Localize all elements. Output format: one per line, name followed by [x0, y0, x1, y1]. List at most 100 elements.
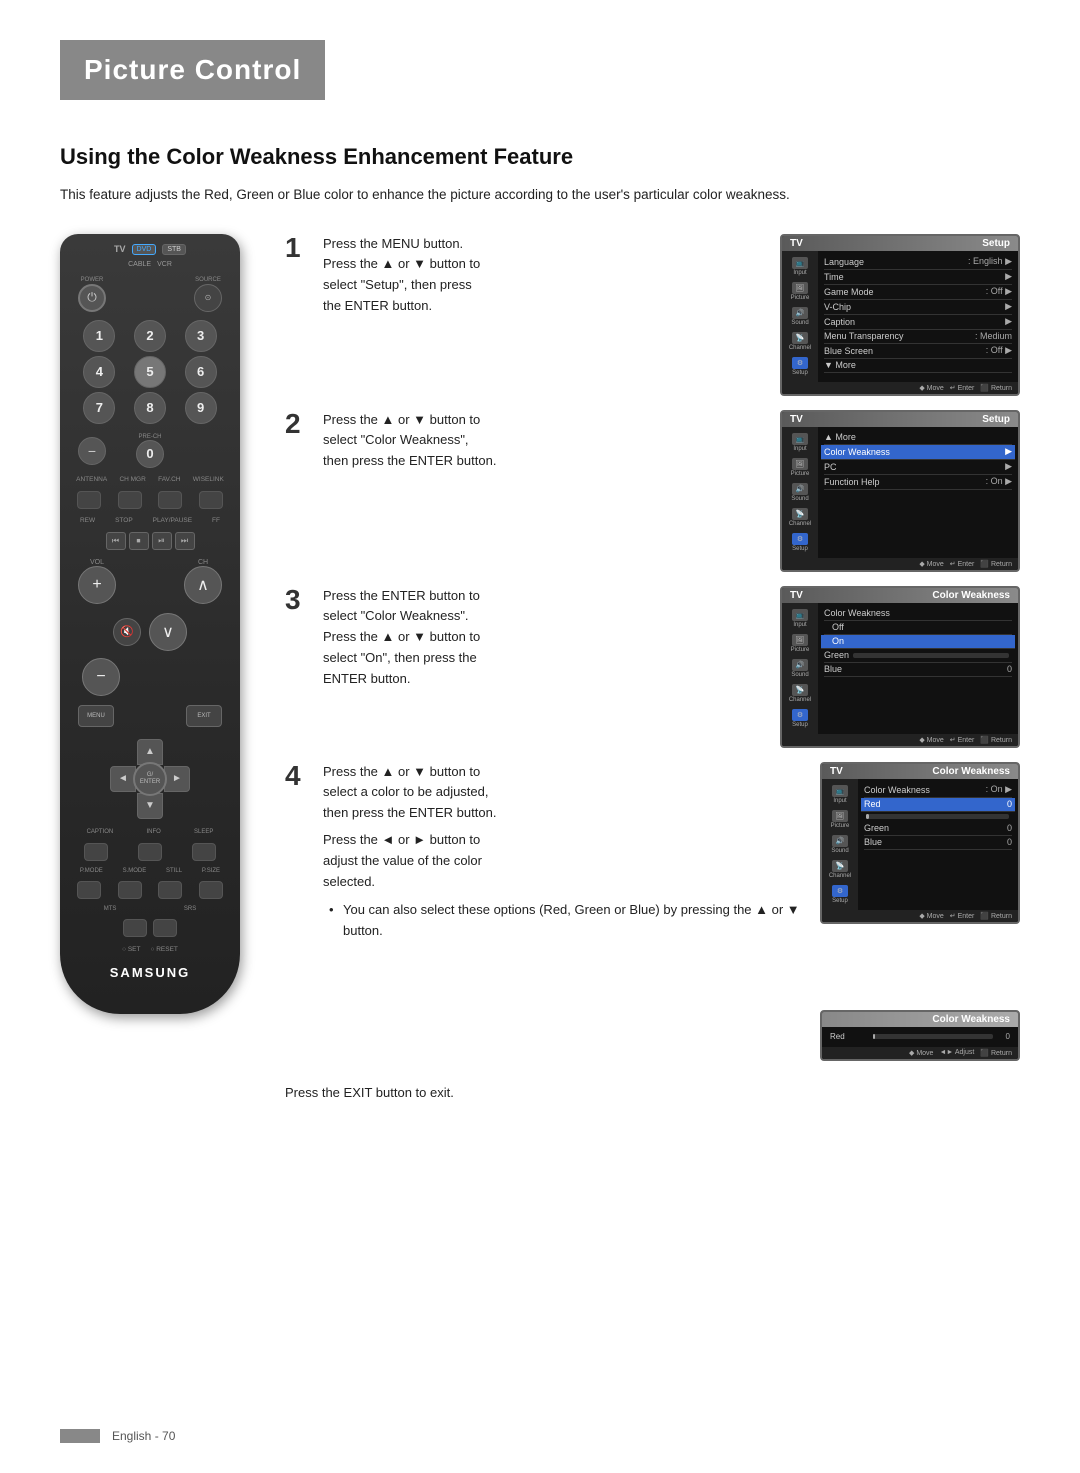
power-button[interactable]: ⏻: [78, 284, 106, 312]
cable-label: CABLE: [128, 261, 151, 268]
tv-label: TV: [114, 244, 126, 254]
sidebar-sound-1: 🔊 Sound: [786, 305, 814, 328]
step-4b-screen: Color Weakness Red 0 ◆ Move: [820, 1010, 1020, 1061]
sidebar-sound-3: 🔊 Sound: [786, 657, 814, 680]
antenna-button[interactable]: [77, 491, 101, 509]
section-title: Using the Color Weakness Enhancement Fea…: [60, 144, 1020, 170]
sidebar-picture: 🖼 Picture: [786, 280, 814, 303]
sleep-label: SLEEP: [194, 829, 213, 835]
ch-up-button[interactable]: ∧: [184, 566, 222, 604]
srs-button[interactable]: [153, 919, 177, 937]
num-9-button[interactable]: 9: [185, 392, 217, 424]
mute-button[interactable]: 🔇: [113, 618, 141, 646]
mts-button[interactable]: [123, 919, 147, 937]
step-2-text: Press the ▲ or ▼ button to select "Color…: [323, 410, 766, 472]
sidebar-setup-3: ⚙ Setup: [786, 707, 814, 730]
sleep-button[interactable]: [192, 843, 216, 861]
steps-container: 1 Press the MENU button. Press the ▲ or …: [285, 234, 1020, 1100]
sidebar-picture-4: 🖼 Picture: [826, 808, 854, 831]
stop-button[interactable]: ⏹: [129, 532, 149, 550]
favch-button[interactable]: [158, 491, 182, 509]
info-button[interactable]: [138, 843, 162, 861]
footer-bar: [60, 1429, 100, 1443]
ff-label: FF: [212, 517, 220, 524]
enter-button[interactable]: G/ENTER: [133, 762, 167, 796]
dpad-down-button[interactable]: ▼: [137, 793, 163, 819]
step-2-screen: TV Setup 📺 Input 🖼 P: [780, 410, 1020, 572]
directional-pad: ▲ ▼ ◄ ► G/ENTER: [110, 739, 190, 819]
step-1-text: Press the MENU button. Press the ▲ or ▼ …: [323, 234, 766, 317]
step-1-number: 1: [285, 234, 309, 262]
menu-button[interactable]: MENU: [78, 705, 114, 727]
still-button[interactable]: [158, 881, 182, 899]
num-6-button[interactable]: 6: [185, 356, 217, 388]
favch-label: FAV.CH: [158, 476, 180, 483]
step-4a-screen: TV Color Weakness 📺 Input: [820, 762, 1020, 1002]
intro-text: This feature adjusts the Red, Green or B…: [60, 184, 1020, 206]
sidebar-input: 📺 Input: [786, 255, 814, 278]
sidebar-setup-4: ⚙ Setup: [826, 883, 854, 906]
rew-button[interactable]: ⏮: [106, 532, 126, 550]
sidebar-input-2: 📺 Input: [786, 431, 814, 454]
psize-button[interactable]: [199, 881, 223, 899]
vcr-label: VCR: [157, 261, 172, 268]
sidebar-channel-4: 📡 Channel: [826, 858, 854, 881]
num-3-button[interactable]: 3: [185, 320, 217, 352]
caption-button[interactable]: [84, 843, 108, 861]
num-8-button[interactable]: 8: [134, 392, 166, 424]
vol-down-button[interactable]: −: [82, 658, 120, 696]
stb-label: STB: [162, 244, 186, 255]
rew-label: REW: [80, 517, 95, 524]
step-3: 3 Press the ENTER button to select "Colo…: [285, 586, 1020, 748]
source-button[interactable]: ⊙: [194, 284, 222, 312]
ff-button[interactable]: ⏭: [175, 532, 195, 550]
sidebar-picture-2: 🖼 Picture: [786, 456, 814, 479]
exit-button[interactable]: EXIT: [186, 705, 222, 727]
step-3-text: Press the ENTER button to select "Color …: [323, 586, 766, 690]
page-footer: English - 70: [60, 1429, 1020, 1443]
sidebar-setup-2: ⚙ Setup: [786, 531, 814, 554]
num-5-button[interactable]: 5: [134, 356, 166, 388]
dpad-right-button[interactable]: ►: [164, 766, 190, 792]
step-4-text: Press the ▲ or ▼ button to select a colo…: [323, 762, 806, 942]
exit-text: Press the EXIT button to exit.: [285, 1085, 1020, 1100]
page-title: Picture Control: [84, 54, 301, 86]
wiselink-button[interactable]: [199, 491, 223, 509]
num-4-button[interactable]: 4: [83, 356, 115, 388]
zero-button[interactable]: 0: [136, 440, 164, 468]
num-2-button[interactable]: 2: [134, 320, 166, 352]
sidebar-channel-3: 📡 Channel: [786, 682, 814, 705]
ch-down-button[interactable]: ∨: [149, 613, 187, 651]
play-button[interactable]: ⏯: [152, 532, 172, 550]
step-2-number: 2: [285, 410, 309, 438]
sidebar-picture-3: 🖼 Picture: [786, 632, 814, 655]
remote-control: TV DVD STB CABLE VCR POWER ⏻ SOURCE: [60, 234, 255, 1014]
step-4: 4 Press the ▲ or ▼ button to select a co…: [285, 762, 1020, 1061]
footer-text: English - 70: [112, 1429, 175, 1443]
step-4-number: 4: [285, 762, 309, 790]
sidebar-setup-1: ⚙ Setup: [786, 355, 814, 378]
sidebar-sound-4: 🔊 Sound: [826, 833, 854, 856]
sidebar-channel-2: 📡 Channel: [786, 506, 814, 529]
playpause-label: PLAY/PAUSE: [153, 517, 193, 524]
smode-button[interactable]: [118, 881, 142, 899]
num-1-button[interactable]: 1: [83, 320, 115, 352]
sidebar-input-4: 📺 Input: [826, 783, 854, 806]
sidebar-sound-2: 🔊 Sound: [786, 481, 814, 504]
dash-button[interactable]: −: [78, 437, 106, 465]
step-2: 2 Press the ▲ or ▼ button to select "Col…: [285, 410, 1020, 572]
chmgr-button[interactable]: [118, 491, 142, 509]
wiselink-label: WISELINK: [193, 476, 224, 483]
caption-label: CAPTION: [87, 829, 114, 835]
sidebar-channel: 📡 Channel: [786, 330, 814, 353]
stop-label: STOP: [115, 517, 133, 524]
dvd-label: DVD: [132, 244, 157, 255]
step-1-screen: TV Setup 📺 Input 🖼 P: [780, 234, 1020, 396]
vol-up-button[interactable]: +: [78, 566, 116, 604]
step-1: 1 Press the MENU button. Press the ▲ or …: [285, 234, 1020, 396]
pmode-button[interactable]: [77, 881, 101, 899]
chmgr-label: CH MGR: [119, 476, 145, 483]
step-3-number: 3: [285, 586, 309, 614]
info-label: INFO: [146, 829, 160, 835]
num-7-button[interactable]: 7: [83, 392, 115, 424]
